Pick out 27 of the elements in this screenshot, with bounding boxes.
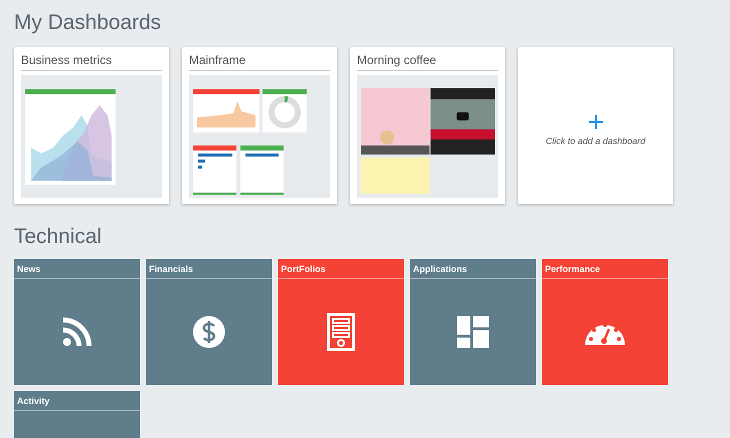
- category-tile[interactable]: PortFolios: [278, 259, 404, 385]
- card-title: Business metrics: [21, 53, 162, 71]
- category-tile[interactable]: Activity: [14, 391, 140, 438]
- dashboard-card[interactable]: Morning coffee: [350, 47, 505, 204]
- add-dashboard-label: Click to add a dashboard: [546, 136, 646, 146]
- document-icon: [327, 313, 355, 351]
- dollar-icon: [193, 316, 225, 348]
- plus-icon: [588, 114, 604, 130]
- dashboard-card[interactable]: Business metrics: [14, 47, 169, 204]
- tile-label: Financials: [146, 259, 272, 279]
- layout-icon: [457, 316, 489, 348]
- section-heading: Technical: [14, 224, 103, 250]
- section-heading: My Dashboards: [14, 10, 162, 36]
- rss-icon: [61, 316, 93, 348]
- category-tile[interactable]: Applications: [410, 259, 536, 385]
- add-dashboard-card[interactable]: Click to add a dashboard: [518, 47, 673, 204]
- tile-label: Performance: [542, 259, 668, 279]
- tile-label: PortFolios: [278, 259, 404, 279]
- card-title: Morning coffee: [357, 53, 498, 71]
- tile-label: Activity: [14, 391, 140, 411]
- tile-label: Applications: [410, 259, 536, 279]
- tile-label: News: [14, 259, 140, 279]
- category-tile[interactable]: Financials: [146, 259, 272, 385]
- category-tile[interactable]: Performance: [542, 259, 668, 385]
- dashboard-card[interactable]: Mainframe: [182, 47, 337, 204]
- category-tile[interactable]: News: [14, 259, 140, 385]
- card-title: Mainframe: [189, 53, 330, 71]
